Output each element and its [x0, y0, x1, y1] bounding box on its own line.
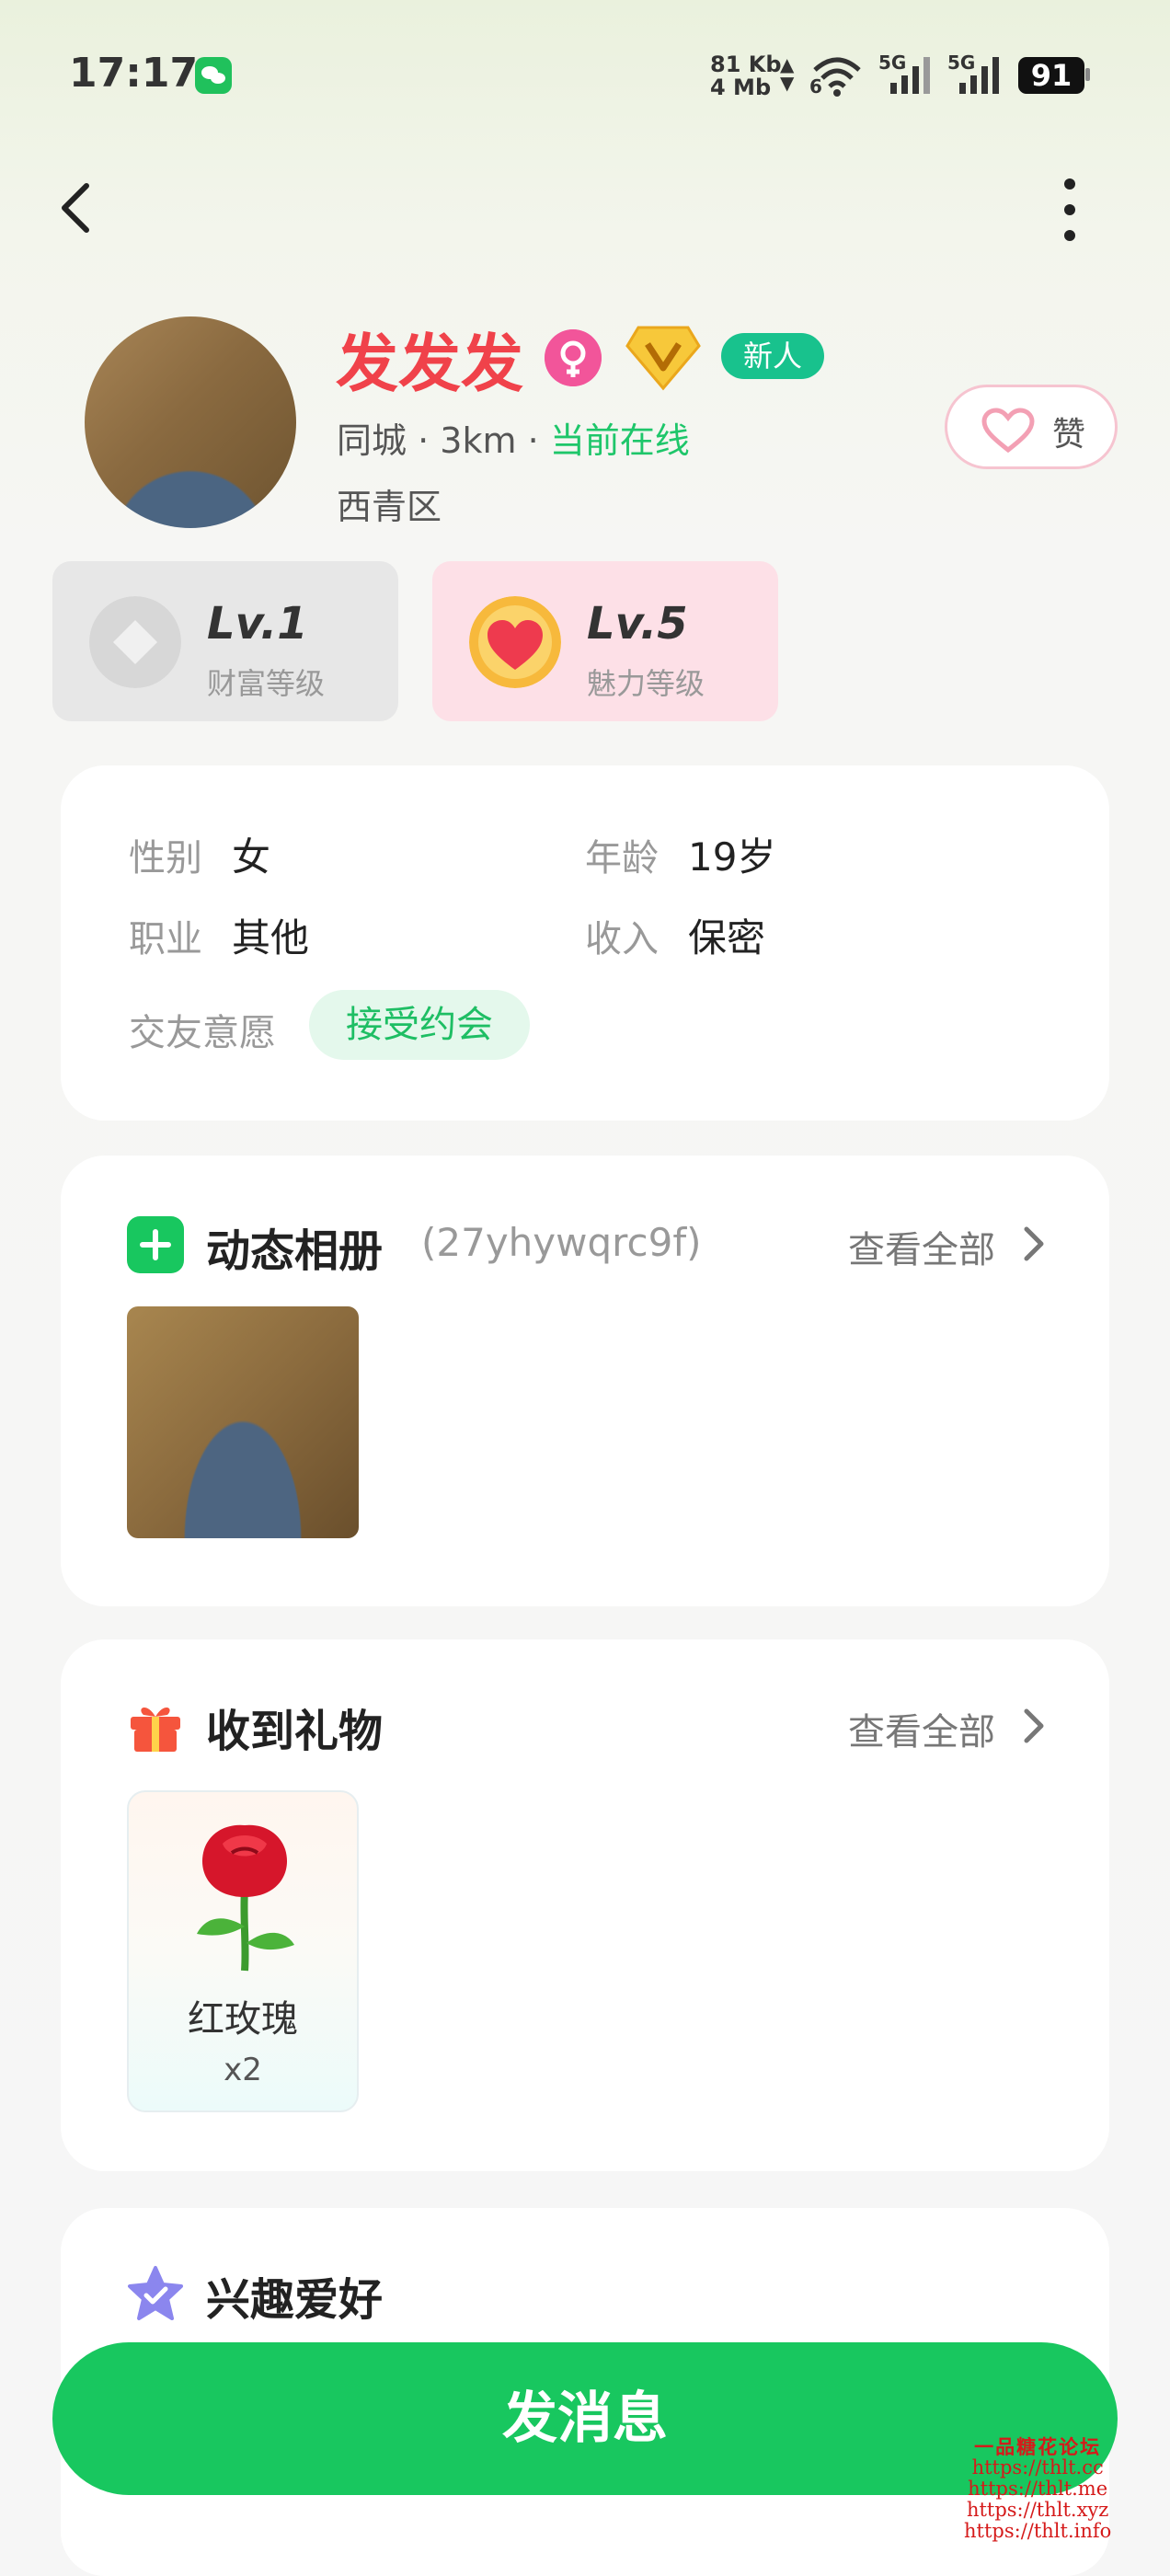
- separator-dot: ·: [418, 420, 441, 461]
- chevron-right-icon[interactable]: [1019, 1224, 1047, 1264]
- status-time: 17:17: [69, 50, 199, 97]
- separator-dot: ·: [527, 420, 550, 461]
- distance: 3km: [440, 420, 517, 461]
- location-line: 同城 · 3km · 当前在线: [337, 412, 690, 463]
- album-photo[interactable]: [127, 1306, 359, 1538]
- online-status: 当前在线: [549, 420, 690, 461]
- job-value: 其他: [232, 915, 310, 960]
- district: 西青区: [337, 487, 442, 527]
- like-button[interactable]: 赞: [945, 385, 1118, 469]
- charm-level-label: 魅力等级: [587, 666, 705, 701]
- battery-tip: [1085, 68, 1090, 81]
- female-icon: [545, 329, 602, 386]
- avatar[interactable]: [85, 316, 296, 528]
- gender-value: 女: [232, 834, 271, 880]
- vip-diamond-icon: [625, 326, 701, 391]
- battery-icon: 91: [1018, 57, 1084, 94]
- intent-label: 交友意愿: [129, 1012, 276, 1054]
- gift-count: x2: [224, 2052, 262, 2088]
- gift-icon: [131, 1707, 180, 1752]
- wealth-level-label: 财富等级: [207, 666, 326, 701]
- watermark-url: https://thlt.info: [964, 2520, 1112, 2542]
- gifts-card: 收到礼物 查看全部 红玫瑰 x2: [61, 1639, 1109, 2171]
- basic-info-card: 性别 女 年龄 19岁 职业 其他 收入 保密 交友意愿 接受约会: [61, 765, 1109, 1121]
- watermark: 一品糖花论坛 https://thlt.cc https://thlt.me h…: [964, 2436, 1111, 2542]
- album-view-all-link[interactable]: 查看全部: [848, 1220, 995, 1273]
- gift-name: 红玫瑰: [188, 1998, 298, 2041]
- intent-chip: 接受约会: [309, 990, 530, 1060]
- wifi-number: 6: [809, 75, 822, 98]
- like-label: 赞: [1052, 416, 1086, 454]
- age-value: 19岁: [688, 834, 776, 880]
- charm-heart-medal-icon: [469, 596, 561, 688]
- wealth-medal-icon: [89, 596, 181, 688]
- gifts-title: 收到礼物: [206, 1706, 384, 1757]
- charm-level-card[interactable]: Lv.5 魅力等级: [432, 561, 778, 721]
- net-speed-up: 81 Kb: [710, 52, 782, 77]
- signal-icon: [890, 57, 930, 94]
- income-label: 收入: [585, 918, 659, 960]
- wealth-level-card[interactable]: Lv.1 财富等级: [52, 561, 398, 721]
- star-check-icon: [128, 2266, 183, 2320]
- wealth-level-value: Lv.1: [207, 598, 308, 650]
- signal-icon: [959, 57, 999, 94]
- new-user-badge: 新人: [721, 333, 824, 379]
- album-title: 动态相册: [206, 1225, 384, 1277]
- heart-outline-icon: [981, 408, 1035, 454]
- net-speed-down: 4 Mb: [710, 75, 772, 100]
- more-vertical-icon[interactable]: [1056, 175, 1084, 245]
- nickname: 发发发: [336, 328, 524, 401]
- charm-level-value: Lv.5: [587, 598, 688, 650]
- send-message-button[interactable]: 发消息: [52, 2342, 1118, 2495]
- album-card: 动态相册 (27yhywqrc9f) 查看全部: [61, 1156, 1109, 1606]
- rose-icon: [197, 1824, 294, 1972]
- album-user-id: (27yhywqrc9f): [421, 1220, 702, 1265]
- hobbies-title: 兴趣爱好: [206, 2274, 384, 2326]
- job-label: 职业: [129, 918, 202, 960]
- location-type: 同城: [337, 420, 407, 461]
- watermark-title: 一品糖花论坛: [974, 2435, 1102, 2458]
- wechat-icon: [195, 57, 232, 94]
- gift-item[interactable]: 红玫瑰 x2: [127, 1790, 359, 2112]
- gifts-view-all-link[interactable]: 查看全部: [848, 1702, 995, 1755]
- gender-label: 性别: [129, 837, 202, 880]
- updown-arrows-icon: ▲ ▼: [780, 53, 795, 94]
- watermark-url: https://thlt.cc: [971, 2456, 1104, 2478]
- chevron-right-icon[interactable]: [1019, 1706, 1047, 1746]
- add-plus-icon[interactable]: [127, 1216, 184, 1273]
- chevron-left-icon[interactable]: [55, 180, 99, 236]
- watermark-url: https://thlt.me: [968, 2478, 1108, 2500]
- watermark-url: https://thlt.xyz: [966, 2499, 1109, 2521]
- age-label: 年龄: [585, 837, 659, 880]
- income-value: 保密: [688, 915, 766, 960]
- network-speed: 81 Kb 4 Mb: [710, 53, 782, 99]
